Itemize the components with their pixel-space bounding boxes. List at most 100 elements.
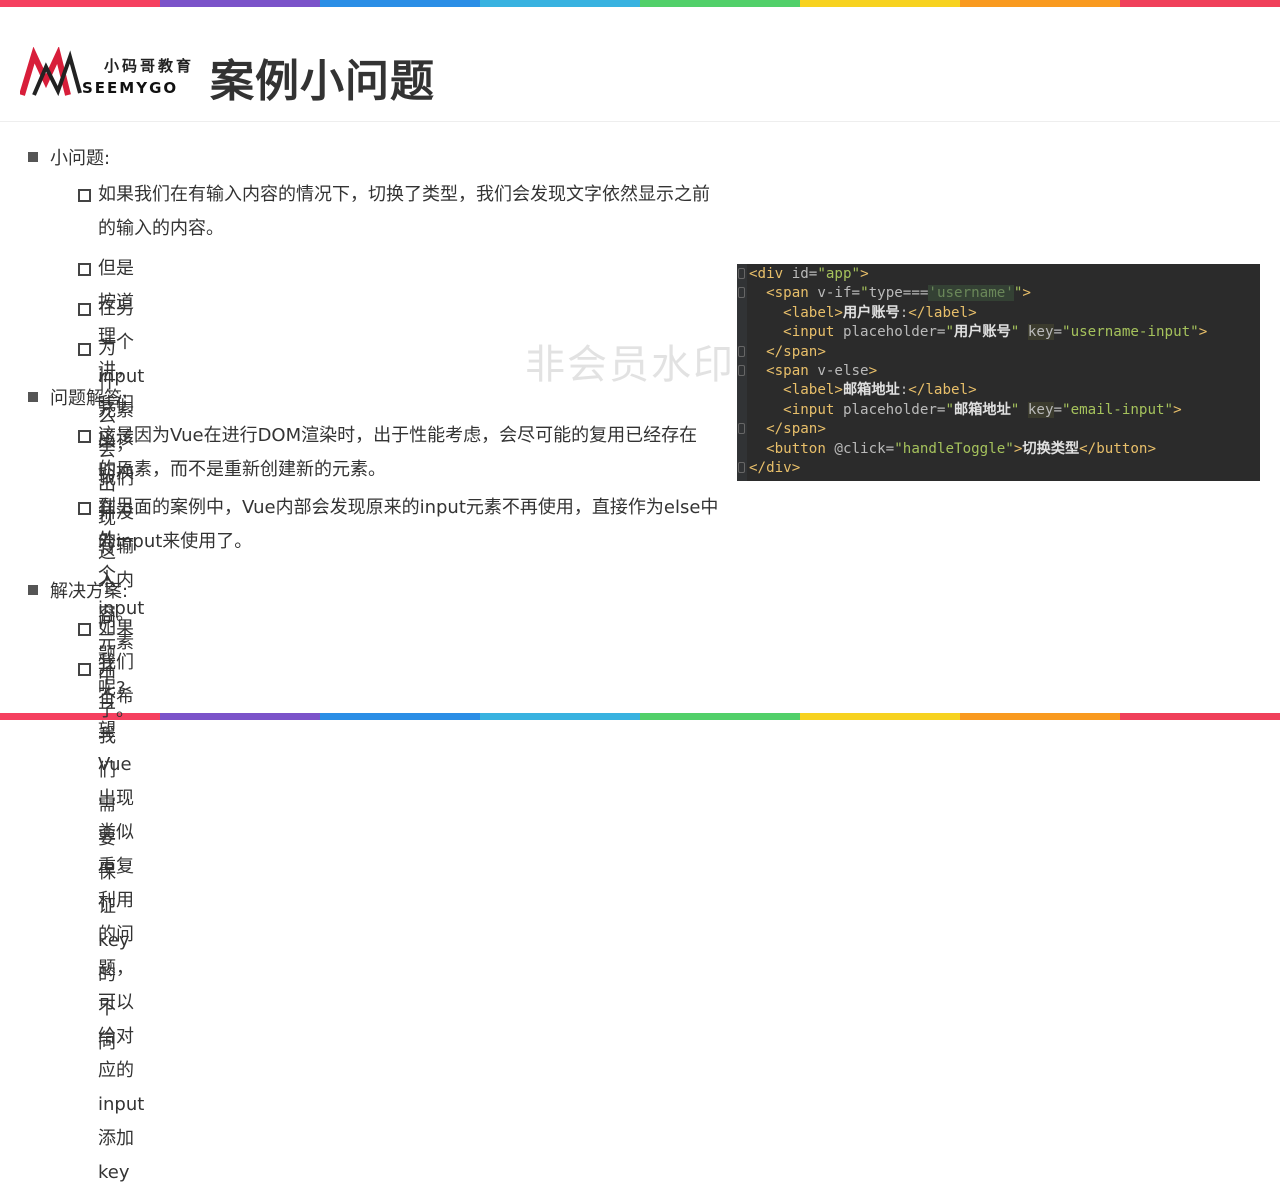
hollow-square-bullet-icon: [78, 263, 91, 276]
hollow-square-bullet-icon: [78, 502, 91, 515]
rainbow-segment: [160, 713, 320, 720]
code-line: <div id="app">: [737, 265, 1260, 284]
section-heading: 小问题:: [28, 144, 110, 170]
fold-marker-icon: [738, 364, 745, 376]
code-token: <input: [783, 401, 835, 418]
rainbow-segment: [1120, 713, 1280, 720]
rainbow-segment: [960, 0, 1120, 7]
section-heading-text: 小问题:: [50, 148, 111, 169]
list-item-line: 在上面的案例中，Vue内部会发现原来的input元素不再使用，直接作为else中: [98, 497, 719, 518]
list-item: 这是因为Vue在进行DOM渲染时，出于性能考虑，会尽可能的复用已经存在 的元素，…: [78, 419, 738, 487]
code-token: 用户账号: [954, 324, 1011, 341]
list-item-line: 的元素，而不是重新创建新的元素。: [98, 459, 386, 480]
section-heading-text: 解决方案:: [50, 581, 129, 602]
code-token: >: [860, 266, 869, 282]
list-item-line: 如果我们在有输入内容的情况下，切换了类型，我们会发现文字依然显示之前: [98, 184, 710, 205]
code-token: >: [1198, 324, 1208, 341]
hollow-square-bullet-icon: [78, 343, 91, 356]
code-snippet: <div id="app"> <span v-if="type==='usern…: [737, 264, 1260, 481]
hollow-square-bullet-icon: [78, 623, 91, 636]
code-token: >: [868, 362, 878, 379]
section-heading-text: 问题解答:: [50, 388, 129, 409]
code-token: </span>: [766, 343, 826, 360]
logo-english-text: SEEMYGO: [82, 79, 179, 97]
hollow-square-bullet-icon: [78, 430, 91, 443]
fold-marker-icon: [738, 268, 745, 279]
code-token: </label>: [908, 382, 977, 399]
code-token: type===: [868, 285, 929, 302]
rainbow-segment: [800, 0, 960, 7]
hollow-square-bullet-icon: [78, 663, 91, 676]
list-item: 在上面的案例中，Vue内部会发现原来的input元素不再使用，直接作为else中…: [78, 491, 748, 559]
code-token: 'username': [928, 285, 1014, 302]
code-token: <button: [766, 440, 826, 457]
code-token: @click=: [825, 440, 895, 457]
fold-marker-icon: [738, 423, 745, 435]
code-token: </label>: [908, 304, 977, 321]
code-token: ": [1010, 401, 1020, 418]
list-item-line: 的输入的内容。: [98, 218, 224, 239]
section-heading: 解决方案:: [28, 577, 128, 603]
code-token: ": [1010, 324, 1020, 341]
rainbow-segment: [320, 0, 480, 7]
rainbow-segment: [1120, 0, 1280, 7]
code-token: key: [1027, 401, 1054, 418]
square-bullet-icon: [28, 392, 38, 402]
code-token: :: [899, 382, 909, 399]
list-item: 并且我们需要保证key的不同: [78, 652, 130, 1060]
rainbow-segment: [160, 0, 320, 7]
code-token: >: [1173, 401, 1182, 418]
code-line: </span>: [737, 343, 1260, 362]
page-title: 案例小问题: [210, 56, 435, 107]
code-token: <label>: [783, 382, 843, 399]
code-token: >: [1022, 285, 1031, 302]
code-line: <label>邮箱地址:</label>: [737, 381, 1260, 400]
code-token: 用户账号: [842, 304, 900, 321]
code-token: :: [899, 304, 909, 321]
bottom-rainbow-bar: [0, 713, 1280, 720]
rainbow-segment: [0, 0, 160, 7]
code-token: "app": [817, 266, 861, 282]
list-item-line: 并且我们需要保证key的不同: [98, 658, 130, 1053]
code-token: =: [1053, 401, 1063, 418]
list-item-line: 的input来使用了。: [98, 531, 253, 552]
hollow-square-bullet-icon: [78, 303, 91, 316]
code-token: placeholder=: [834, 401, 946, 418]
rainbow-segment: [480, 713, 640, 720]
code-token: </button>: [1079, 440, 1157, 457]
code-token: <label>: [783, 304, 843, 321]
top-rainbow-bar: [0, 0, 1280, 7]
rainbow-segment: [800, 713, 960, 720]
fold-marker-icon: [738, 287, 745, 299]
square-bullet-icon: [28, 585, 38, 595]
code-token: ": [945, 324, 955, 341]
code-token: 邮箱地址: [842, 382, 900, 399]
rainbow-segment: [640, 0, 800, 7]
code-line: <input placeholder="邮箱地址" key="email-inp…: [737, 401, 1260, 420]
square-bullet-icon: [28, 152, 38, 162]
code-token: "email-input": [1062, 401, 1174, 418]
logo-chinese-text: 小码哥教育: [104, 57, 195, 75]
code-line: <span v-if="type==='username'">: [737, 284, 1260, 303]
code-token: =: [1053, 324, 1063, 341]
code-line: <span v-else>: [737, 362, 1260, 381]
code-token: key: [1027, 324, 1054, 341]
code-line: </div>: [737, 459, 1260, 478]
code-line: <button @click="handleToggle">切换类型</butt…: [737, 440, 1260, 459]
code-token: <span: [766, 362, 809, 379]
slide-header: 小码哥教育 SEEMYGO 案例小问题: [0, 7, 1280, 122]
watermark: 非会员水印: [525, 342, 735, 388]
code-token: v-if=: [808, 285, 861, 302]
fold-marker-icon: [738, 345, 745, 357]
code-token: ": [945, 401, 955, 418]
code-line: <input placeholder="用户账号" key="username-…: [737, 323, 1260, 342]
rainbow-segment: [960, 713, 1120, 720]
code-token: </div>: [749, 459, 801, 476]
section-heading: 问题解答:: [28, 384, 128, 410]
code-token: </span>: [766, 421, 826, 438]
list-item-line: 这是因为Vue在进行DOM渲染时，出于性能考虑，会尽可能的复用已经存在: [98, 425, 698, 446]
code-token: placeholder=: [834, 324, 946, 341]
rainbow-segment: [480, 0, 640, 7]
code-token: id=: [783, 266, 818, 282]
hollow-square-bullet-icon: [78, 189, 91, 202]
